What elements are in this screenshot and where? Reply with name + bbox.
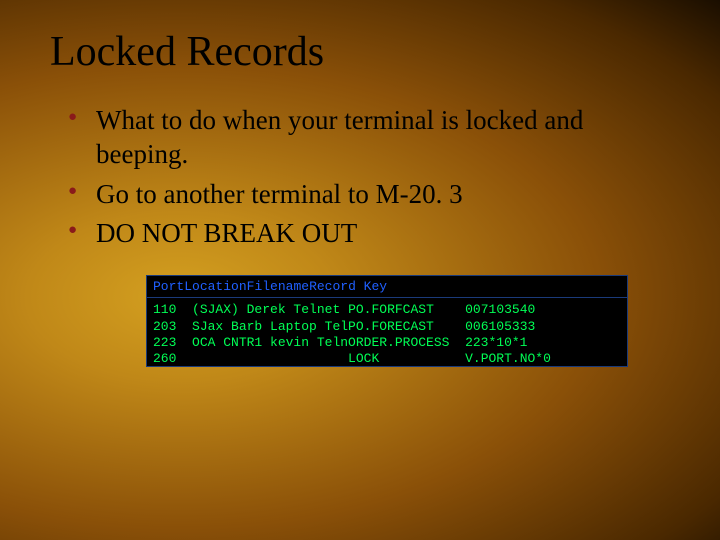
col-record-key: Record Key (309, 279, 387, 295)
terminal-row: 260 LOCK V.PORT.NO*0 (153, 351, 621, 366)
col-location: Location (184, 279, 246, 295)
slide-title: Locked Records (50, 28, 670, 76)
bullet-item: DO NOT BREAK OUT (68, 217, 670, 251)
terminal-screenshot: Port Location Filename Record Key 110 (S… (146, 275, 628, 367)
slide: Locked Records What to do when your term… (0, 0, 720, 367)
bullet-list: What to do when your terminal is locked … (50, 104, 670, 251)
bullet-item: What to do when your terminal is locked … (68, 104, 670, 172)
col-filename: Filename (247, 279, 309, 295)
terminal-body: 110 (SJAX) Derek Telnet PO.FORFCAST 0071… (147, 298, 627, 366)
terminal-row: 203 SJax Barb Laptop TelPO.FORECAST 0061… (153, 319, 621, 335)
terminal-header-row: Port Location Filename Record Key (147, 276, 627, 298)
col-port: Port (153, 279, 184, 295)
terminal-row: 110 (SJAX) Derek Telnet PO.FORFCAST 0071… (153, 302, 621, 318)
terminal-row: 223 OCA CNTR1 kevin TelnORDER.PROCESS 22… (153, 335, 621, 351)
bullet-item: Go to another terminal to M-20. 3 (68, 178, 670, 212)
